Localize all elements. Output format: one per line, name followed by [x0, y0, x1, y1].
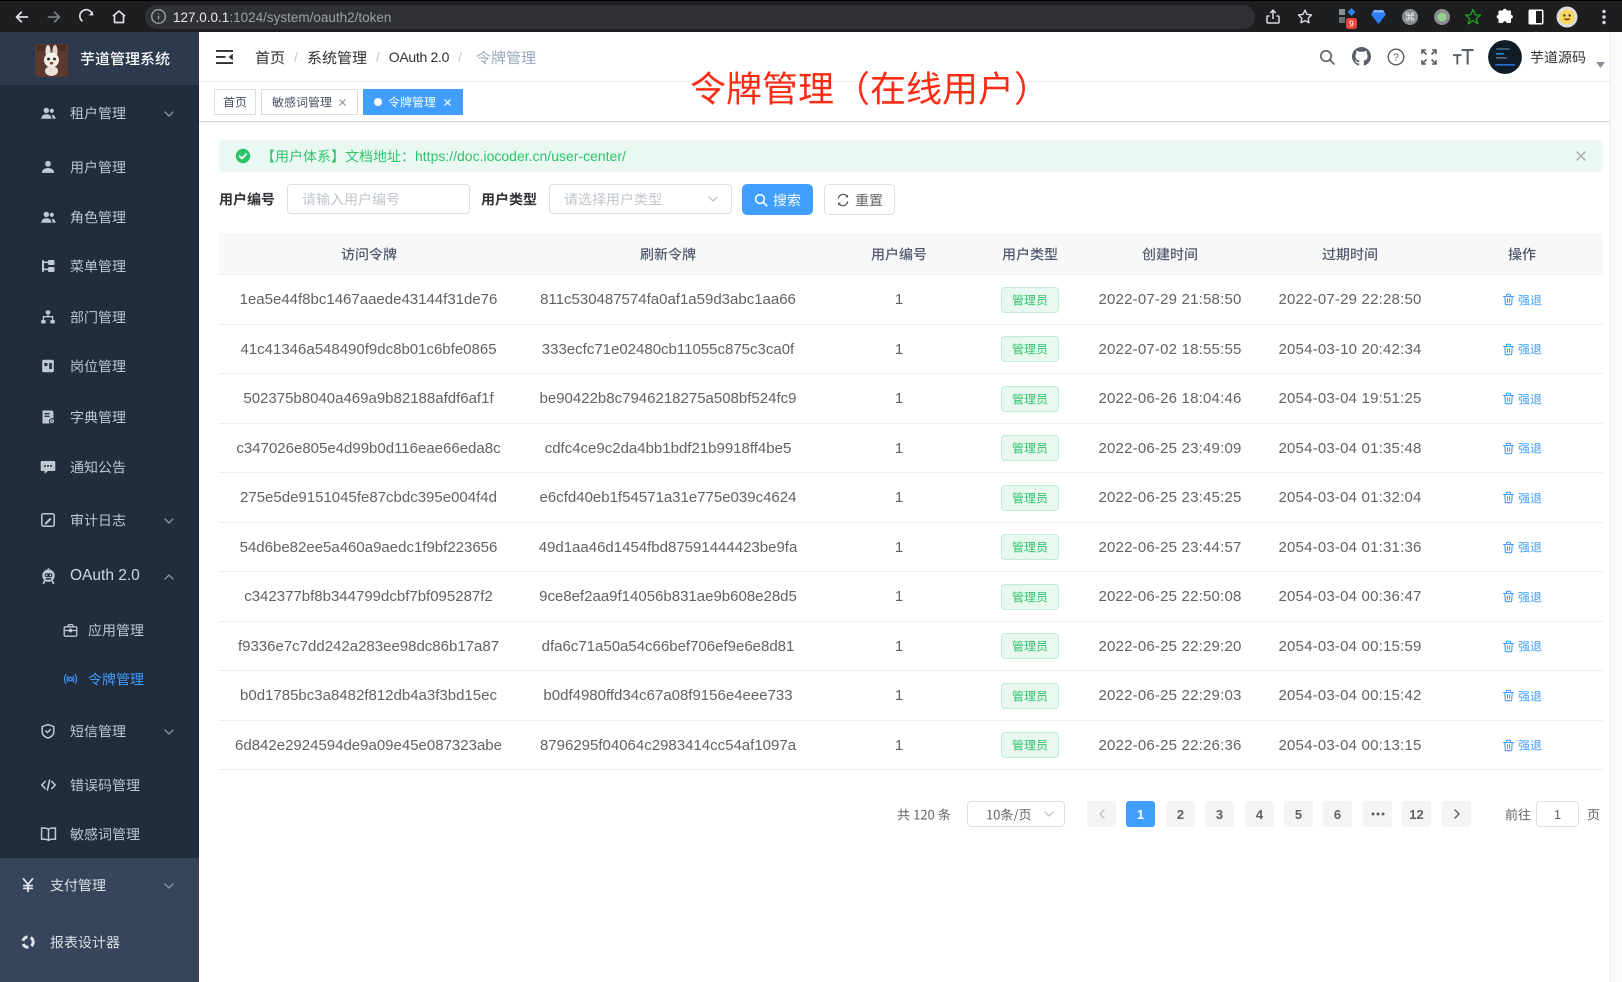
- svg-text:9: 9: [1349, 19, 1354, 29]
- svg-text:?: ?: [1393, 53, 1399, 64]
- svg-text:⌘: ⌘: [1405, 12, 1416, 24]
